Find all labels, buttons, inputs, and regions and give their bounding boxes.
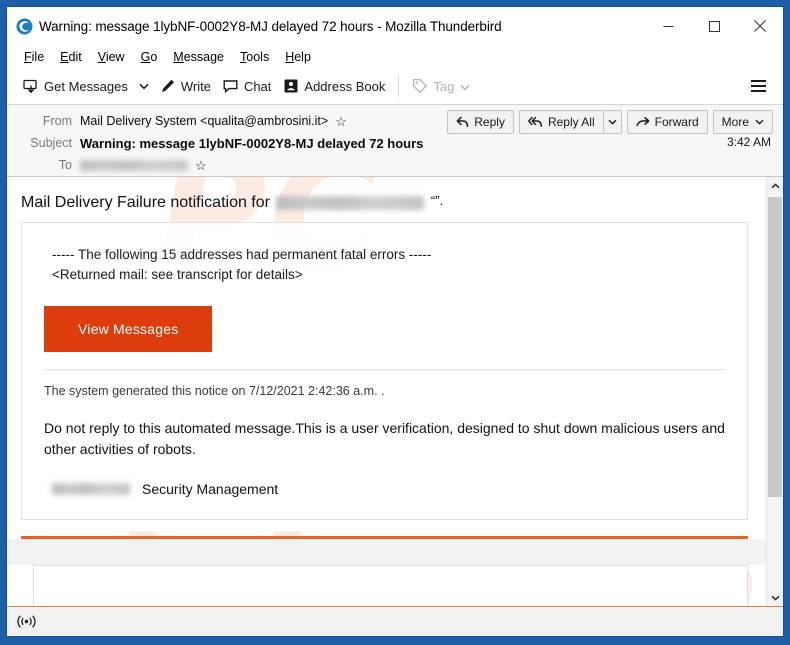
write-button[interactable]: Write	[154, 71, 217, 101]
reply-all-arrow-icon	[528, 116, 543, 128]
view-messages-button[interactable]: View Messages	[44, 306, 213, 353]
body-card: ----- The following 15 addresses had per…	[21, 222, 748, 520]
forward-label: Forward	[654, 115, 699, 129]
signature-redacted	[52, 482, 130, 495]
header-row-to: To ☆	[7, 154, 783, 176]
message-content-area: PC risk.com Mail Delivery Failure notifi…	[7, 177, 783, 606]
reply-all-button[interactable]: Reply All	[518, 110, 603, 134]
main-toolbar: Get Messages Write Chat Address Book Tag	[7, 68, 783, 105]
message-time: 3:42 AM	[726, 135, 771, 149]
signature-label: Security Management	[142, 480, 279, 497]
more-chevron-down-icon	[755, 119, 764, 125]
menu-item-message[interactable]: Message	[165, 50, 232, 64]
pencil-icon	[160, 78, 176, 94]
body-gap	[7, 538, 766, 565]
address-book-button[interactable]: Address Book	[277, 71, 391, 101]
title-bar: Warning: message 1lybNF-0002Y8-MJ delaye…	[7, 7, 783, 45]
body-title-suffix: “”.	[430, 193, 444, 208]
chat-bubble-icon	[223, 78, 239, 94]
forward-button[interactable]: Forward	[626, 110, 708, 134]
menu-item-file[interactable]: File	[16, 50, 52, 64]
broadcast-icon[interactable]	[15, 613, 37, 631]
secondary-card	[33, 564, 748, 606]
reply-arrow-icon	[456, 116, 469, 128]
window-frame: Warning: message 1lybNF-0002Y8-MJ delaye…	[0, 0, 790, 645]
reply-all-label: Reply All	[547, 115, 595, 129]
star-icon[interactable]: ☆	[195, 159, 207, 172]
header-row-subject: Subject Warning: message 1lybNF-0002Y8-M…	[7, 132, 783, 154]
vertical-scrollbar[interactable]	[766, 177, 783, 606]
menu-item-edit[interactable]: Edit	[52, 50, 90, 64]
system-notice: The system generated this notice on 7/12…	[44, 384, 385, 399]
more-button[interactable]: More	[712, 110, 773, 134]
scroll-thumb[interactable]	[768, 197, 782, 497]
message-body-scroll: PC risk.com Mail Delivery Failure notifi…	[7, 177, 766, 606]
message-body: Mail Delivery Failure notification for “…	[7, 177, 766, 539]
download-mail-icon	[23, 78, 39, 94]
app-menu-button[interactable]	[745, 73, 771, 99]
signature-line: Security Management	[44, 459, 725, 503]
status-bar	[7, 606, 783, 636]
reply-label: Reply	[474, 115, 505, 129]
to-label: To	[58, 158, 72, 172]
get-messages-button[interactable]: Get Messages	[17, 71, 134, 101]
address-book-label: Address Book	[304, 78, 386, 94]
from-value[interactable]: Mail Delivery System <qualita@ambrosini.…	[80, 114, 328, 128]
maximize-button[interactable]	[691, 7, 737, 45]
body-title: Mail Delivery Failure notification for “…	[21, 187, 748, 222]
window-controls	[645, 7, 783, 45]
write-label: Write	[180, 78, 211, 94]
menu-bar: File Edit View Go Message Tools Help	[7, 45, 783, 68]
minimize-button[interactable]	[645, 7, 691, 45]
chat-button[interactable]: Chat	[217, 71, 277, 101]
reply-all-group: Reply All	[518, 110, 622, 134]
message-actions: Reply Reply All Forward More	[447, 110, 773, 134]
tag-label: Tag	[433, 78, 455, 94]
tag-icon	[412, 78, 428, 94]
message-header-pane: From Mail Delivery System <qualita@ambro…	[7, 105, 783, 177]
window-title: Warning: message 1lybNF-0002Y8-MJ delaye…	[39, 18, 502, 34]
menu-item-go[interactable]: Go	[133, 50, 166, 64]
to-value-redacted[interactable]	[80, 159, 188, 171]
menu-item-tools[interactable]: Tools	[232, 50, 277, 64]
body-paragraph: Do not reply to this automated message.T…	[44, 420, 725, 457]
menu-item-help[interactable]: Help	[277, 50, 319, 64]
thunderbird-window: Warning: message 1lybNF-0002Y8-MJ delaye…	[6, 6, 784, 637]
subject-label: Subject	[30, 136, 72, 150]
subject-value: Warning: message 1lybNF-0002Y8-MJ delaye…	[80, 135, 424, 151]
more-label: More	[721, 115, 749, 129]
thunderbird-icon	[16, 18, 33, 35]
tag-chevron-down-icon	[460, 79, 470, 94]
body-title-redacted	[276, 195, 425, 210]
get-messages-label: Get Messages	[44, 78, 128, 94]
from-label: From	[42, 114, 72, 128]
menu-item-view[interactable]: View	[90, 50, 133, 64]
toolbar-divider	[398, 75, 400, 97]
scroll-down-arrow[interactable]	[767, 589, 783, 606]
hamburger-line	[750, 80, 766, 82]
star-icon[interactable]: ☆	[335, 115, 347, 128]
reply-button[interactable]: Reply	[447, 110, 514, 134]
address-book-icon	[283, 78, 299, 94]
error-block: ----- The following 15 addresses had per…	[44, 245, 725, 284]
body-title-prefix: Mail Delivery Failure notification for	[21, 194, 270, 211]
error-line-1: ----- The following 15 addresses had per…	[52, 247, 432, 263]
forward-arrow-icon	[636, 116, 650, 128]
scroll-up-arrow[interactable]	[767, 177, 783, 194]
hamburger-line	[750, 90, 766, 92]
close-button[interactable]	[737, 7, 783, 45]
tag-button[interactable]: Tag	[406, 71, 476, 101]
hamburger-line	[750, 85, 766, 87]
get-messages-dropdown[interactable]	[134, 71, 154, 101]
reply-all-dropdown[interactable]	[602, 110, 622, 134]
error-line-2: <Returned mail: see transcript for detai…	[52, 266, 303, 282]
chat-label: Chat	[243, 78, 272, 94]
